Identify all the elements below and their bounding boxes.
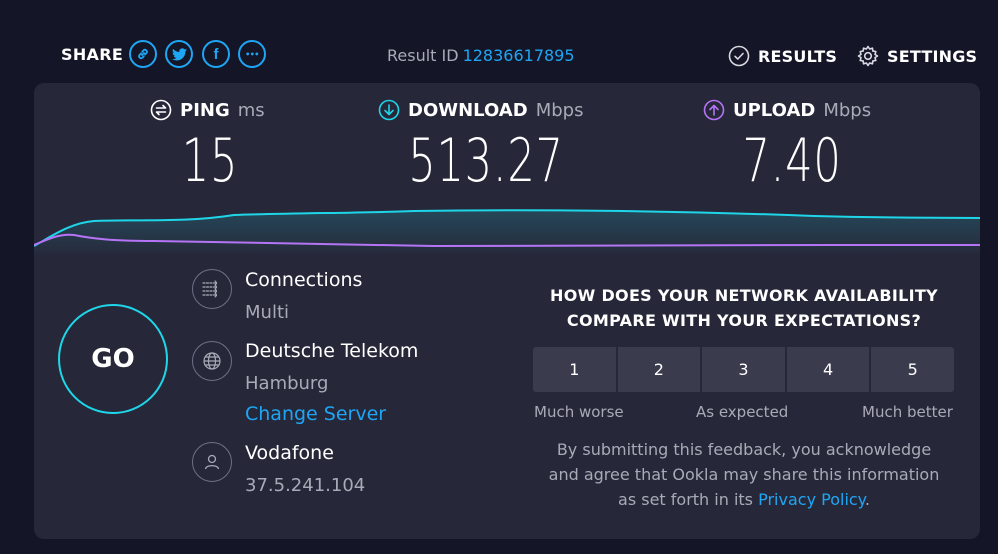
check-circle-icon (728, 45, 750, 67)
disclaimer-line3: as set forth in its Privacy Policy. (534, 487, 954, 512)
rating-low-label: Much worse (534, 403, 624, 421)
download-label: DOWNLOAD (408, 99, 528, 121)
provider-name: Vodafone (245, 442, 334, 464)
share-facebook-button[interactable]: f (202, 40, 230, 68)
top-bar: SHARE f ••• Result ID 12836617895 RESULTS (0, 0, 998, 84)
server-location: Hamburg (245, 373, 329, 394)
survey-question: HOW DOES YOUR NETWORK AVAILABILITY COMPA… (534, 283, 954, 333)
disclaimer-period: . (864, 490, 870, 509)
server-name: Deutsche Telekom (245, 340, 419, 362)
rating-button-5[interactable]: 5 (871, 347, 954, 392)
download-icon (378, 99, 400, 121)
rating-scale: 1 2 3 4 5 (533, 347, 954, 392)
upload-value: 7.40 (742, 126, 842, 196)
download-metric: DOWNLOAD Mbps 513.27 (378, 99, 594, 191)
share-label: SHARE (61, 45, 124, 64)
rating-button-1[interactable]: 1 (533, 347, 616, 392)
settings-link[interactable]: SETTINGS (857, 45, 977, 67)
user-icon (192, 442, 232, 482)
change-server-link[interactable]: Change Server (245, 403, 386, 425)
connections-title: Connections (245, 269, 363, 291)
survey-question-line1: HOW DOES YOUR NETWORK AVAILABILITY (550, 286, 938, 305)
rating-mid-label: As expected (696, 403, 789, 421)
share-twitter-button[interactable] (165, 40, 193, 68)
result-id: Result ID 12836617895 (387, 46, 575, 65)
disclaimer-line3-text: as set forth in its (618, 490, 754, 509)
connections-value[interactable]: Multi (245, 302, 289, 323)
facebook-icon: f (213, 45, 219, 63)
rating-button-2[interactable]: 2 (617, 347, 701, 392)
connections-icon (192, 269, 232, 309)
ping-label: PING (180, 99, 230, 121)
disclaimer-line1: By submitting this feedback, you acknowl… (556, 440, 932, 459)
result-id-link[interactable]: 12836617895 (463, 46, 575, 65)
upload-icon (703, 99, 725, 121)
rating-high-label: Much better (862, 403, 953, 421)
ping-icon (150, 99, 172, 121)
disclaimer-line2: and agree that Ookla may share this info… (548, 465, 940, 484)
upload-metric: UPLOAD Mbps 7.40 (703, 99, 881, 191)
ping-metric: PING ms 15 (150, 99, 270, 191)
results-panel: PING ms 15 DOWNLOAD Mbps 513.27 UPLOAD M… (34, 83, 980, 539)
rating-button-3[interactable]: 3 (702, 347, 785, 392)
globe-icon (192, 341, 232, 381)
rating-button-4[interactable]: 4 (786, 347, 870, 392)
gear-icon (857, 45, 879, 67)
feedback-disclaimer: By submitting this feedback, you acknowl… (534, 437, 954, 512)
provider-ip: 37.5.241.104 (245, 475, 366, 496)
share-link-button[interactable] (129, 40, 157, 68)
download-unit: Mbps (535, 99, 584, 121)
results-link[interactable]: RESULTS (728, 45, 837, 67)
download-header: DOWNLOAD Mbps (378, 99, 594, 121)
upload-label: UPLOAD (733, 99, 816, 121)
share-more-button[interactable]: ••• (238, 40, 266, 68)
twitter-icon (171, 47, 187, 60)
ping-unit: ms (237, 99, 265, 121)
link-icon (138, 48, 148, 60)
upload-header: UPLOAD Mbps (703, 99, 881, 121)
ping-value: 15 (181, 126, 239, 196)
download-value: 513.27 (408, 126, 564, 196)
survey-question-line2: COMPARE WITH YOUR EXPECTATIONS? (566, 311, 922, 330)
upload-unit: Mbps (823, 99, 872, 121)
ping-header: PING ms (150, 99, 270, 121)
more-icon: ••• (245, 49, 259, 59)
go-button[interactable]: GO (58, 304, 168, 414)
results-label: RESULTS (758, 46, 838, 66)
privacy-policy-link[interactable]: Privacy Policy (758, 490, 865, 509)
settings-label: SETTINGS (887, 46, 978, 66)
result-id-label: Result ID (387, 46, 459, 65)
speed-graph (34, 209, 980, 253)
